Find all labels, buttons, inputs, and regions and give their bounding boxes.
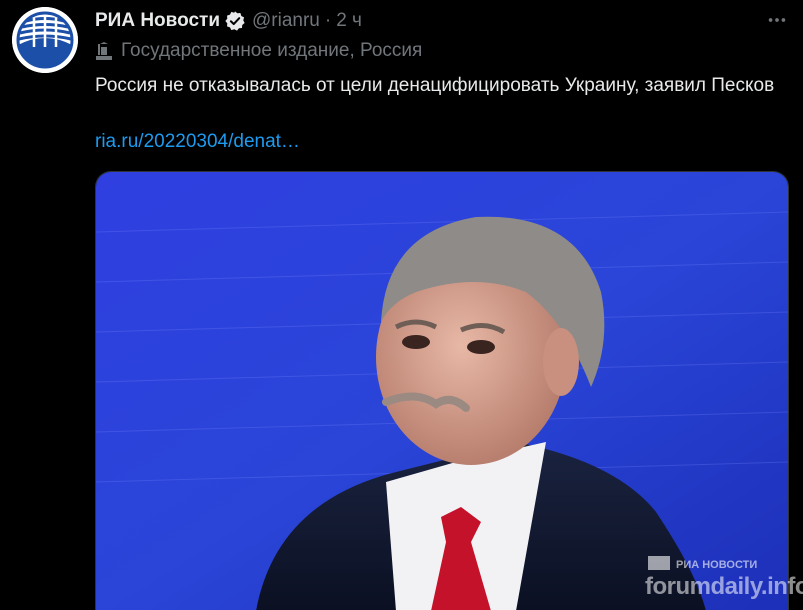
affiliation-text: Государственное издание, Россия — [121, 40, 423, 61]
ria-logo-icon — [12, 7, 78, 73]
verified-badge-icon — [224, 10, 246, 32]
display-name[interactable]: РИА Новости — [95, 10, 220, 32]
article-link[interactable]: ria.ru/20220304/denat… — [95, 129, 300, 155]
tweet-text: Россия не отказывалась от цели денацифиц… — [95, 75, 775, 96]
handle[interactable]: @rianru — [252, 10, 320, 32]
timestamp[interactable]: 2 ч — [336, 10, 362, 32]
forum-watermark: forumdaily.info — [645, 573, 803, 600]
photo-peskov: РИА НОВОСТИ — [96, 172, 788, 610]
tweet[interactable]: РИА Новости @rianru · 2 ч Государственно… — [0, 0, 803, 610]
separator-dot: · — [324, 10, 332, 31]
state-media-flag-icon — [95, 41, 113, 61]
tweet-header: РИА Новости @rianru · 2 ч — [95, 8, 362, 34]
tweet-photo[interactable]: РИА НОВОСТИ — [95, 171, 789, 610]
state-media-label[interactable]: Государственное издание, Россия — [95, 40, 422, 62]
avatar[interactable] — [12, 7, 78, 73]
svg-text:РИА НОВОСТИ: РИА НОВОСТИ — [676, 559, 757, 571]
ria-photo-watermark: РИА НОВОСТИ — [648, 556, 757, 571]
more-dots-icon[interactable] — [763, 8, 791, 32]
